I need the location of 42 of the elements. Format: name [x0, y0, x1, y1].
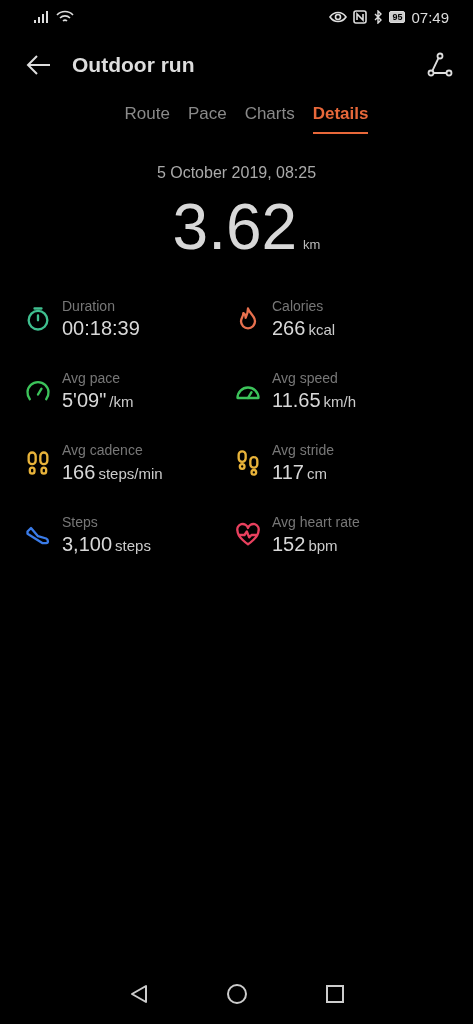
- stat-unit: kcal: [308, 321, 336, 338]
- signal-icon: [34, 11, 50, 23]
- stat-unit: km/h: [323, 393, 357, 410]
- stat-unit: steps/min: [98, 465, 163, 482]
- distance-unit: km: [303, 237, 321, 252]
- stat-label: Avg cadence: [62, 442, 144, 458]
- stat-label: Avg pace: [62, 370, 122, 386]
- stat-value: 3,100: [62, 533, 113, 556]
- stat-unit: steps: [115, 537, 151, 554]
- stat-unit: bpm: [308, 537, 338, 554]
- tab[interactable]: Pace: [187, 100, 227, 134]
- stat-label: Avg speed: [272, 370, 339, 386]
- stat-label: Calories: [272, 298, 325, 314]
- bluetooth-icon: [373, 10, 384, 24]
- nfc-icon: [353, 10, 368, 24]
- tab[interactable]: Route: [124, 100, 170, 134]
- tab[interactable]: Details: [312, 100, 369, 134]
- home-nav-icon[interactable]: [226, 983, 249, 1005]
- tab[interactable]: Charts: [244, 100, 295, 134]
- stat-value: 266: [272, 317, 306, 340]
- battery-level: 95: [389, 11, 406, 23]
- stat-unit: /km: [109, 393, 134, 410]
- stat-value: 166: [62, 461, 96, 484]
- stat-label: Avg stride: [272, 442, 334, 458]
- stat-value: 11.65: [272, 389, 321, 412]
- route-share-icon[interactable]: [427, 52, 453, 78]
- activity-date: 5 October 2019, 08:25: [155, 164, 318, 182]
- clock-time: 07:49: [411, 8, 449, 26]
- stat-unit: cm: [306, 465, 327, 482]
- back-arrow-icon[interactable]: [26, 54, 52, 76]
- stat-value: 5'09": [62, 389, 107, 412]
- stat-label: Avg heart rate: [272, 514, 360, 530]
- screen-title: Outdoor run: [72, 53, 196, 77]
- stat-label: Steps: [62, 514, 99, 530]
- eye-icon: [329, 11, 348, 23]
- stat-label: Duration: [62, 298, 116, 314]
- wifi-icon: [56, 10, 74, 24]
- stat-value: 117: [272, 461, 304, 484]
- recents-nav-icon[interactable]: [324, 984, 345, 1004]
- distance-value: 3.62: [172, 190, 298, 264]
- stat-value: 00:18:39: [62, 317, 140, 340]
- stat-value: 152: [272, 533, 306, 556]
